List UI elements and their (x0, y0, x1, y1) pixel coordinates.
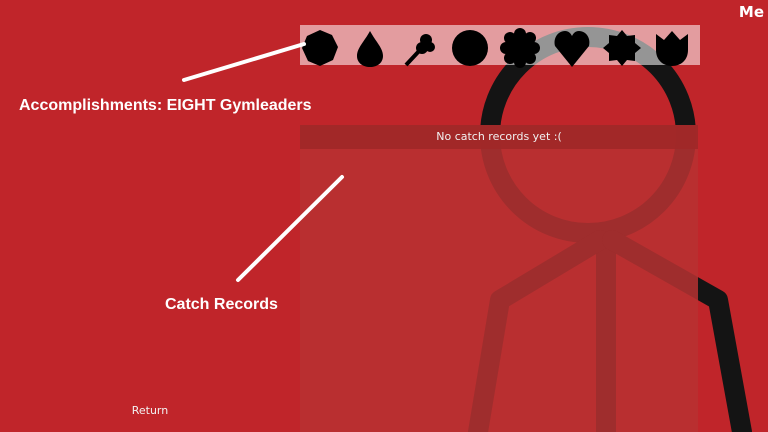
soul-badge-icon (500, 28, 540, 68)
me-label: Me (738, 3, 764, 21)
rainbow-badge-icon (450, 28, 490, 68)
marsh-badge-icon (552, 28, 592, 68)
volcano-badge-icon (602, 28, 642, 68)
cascade-badge-icon (350, 28, 390, 68)
boulder-badge-icon (300, 28, 340, 68)
catch-records-empty-message: No catch records yet :( (300, 125, 698, 149)
earth-badge-icon (652, 28, 692, 68)
catch-records-panel[interactable]: No catch records yet :( (300, 125, 698, 432)
thunder-badge-icon (400, 28, 440, 68)
return-button[interactable]: Return (118, 400, 182, 420)
badge-strip (300, 25, 700, 68)
catch-records-annotation: Catch Records (165, 296, 278, 313)
accomplishments-annotation: Accomplishments: EIGHT Gymleaders (19, 97, 312, 114)
